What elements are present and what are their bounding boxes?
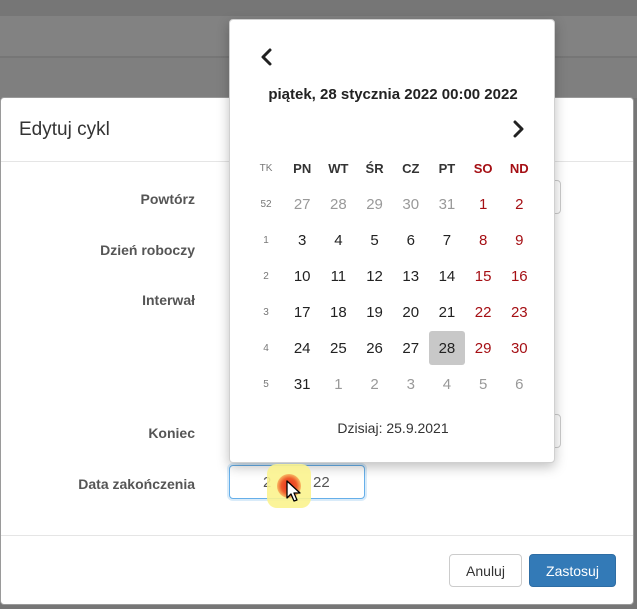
calendar-day[interactable]: 2: [501, 187, 537, 221]
apply-button[interactable]: Zastosuj: [529, 554, 616, 587]
calendar-grid: TK PN WT ŚR CZ PT SO ND 52 27 28 29 30 31 1 2 1 3 4 5 6 7 8 9 2…: [248, 150, 538, 402]
calendar-day[interactable]: 29: [465, 331, 501, 365]
cancel-button[interactable]: Anuluj: [449, 554, 522, 587]
chevron-left-icon[interactable]: [258, 46, 276, 68]
calendar-day[interactable]: 31: [429, 187, 465, 221]
calendar-day[interactable]: 29: [357, 187, 393, 221]
end-date-value-right: 22: [313, 474, 330, 491]
calendar-day[interactable]: 23: [501, 295, 537, 329]
calendar-day[interactable]: 5: [465, 367, 501, 401]
calendar-week-row: 3 17 18 19 20 21 22 23: [248, 294, 538, 330]
week-number: 1: [263, 234, 269, 246]
calendar-day[interactable]: 31: [284, 367, 320, 401]
week-number: 3: [263, 306, 269, 318]
calendar-day[interactable]: 27: [284, 187, 320, 221]
calendar-day[interactable]: 3: [284, 223, 320, 257]
calendar-day[interactable]: 2: [357, 367, 393, 401]
calendar-day[interactable]: 26: [357, 331, 393, 365]
datepicker-popup: piątek, 28 stycznia 2022 00:00 2022 TK PN…: [229, 19, 555, 463]
today-link[interactable]: Dzisiaj: 25.9.2021: [230, 420, 556, 436]
mouse-pointer-icon: [286, 480, 302, 504]
calendar-day[interactable]: 3: [393, 367, 429, 401]
calendar-day[interactable]: 6: [501, 367, 537, 401]
end-date-label: Data zakończenia: [78, 476, 195, 492]
calendar-day[interactable]: 22: [465, 295, 501, 329]
calendar-day[interactable]: 19: [357, 295, 393, 329]
weekday-header-row: TK PN WT ŚR CZ PT SO ND: [248, 150, 538, 186]
calendar-day[interactable]: 15: [465, 259, 501, 293]
calendar-week-row: 1 3456789: [248, 222, 538, 258]
calendar-day[interactable]: 1: [465, 187, 501, 221]
calendar-day[interactable]: 8: [465, 223, 501, 257]
calendar-week-row: 2 10 11 12 13 14 15 16: [248, 258, 538, 294]
chevron-right-icon[interactable]: [509, 118, 527, 140]
calendar-day[interactable]: 18: [320, 295, 356, 329]
workday-label: Dzień roboczy: [100, 242, 195, 258]
week-number-header: TK: [259, 162, 273, 174]
calendar-week-row: 5 31 1 2 3 4 5 6: [248, 366, 538, 402]
datepicker-title: piątek, 28 stycznia 2022 00:00 2022: [268, 86, 518, 103]
calendar-day[interactable]: 17: [284, 295, 320, 329]
weekday-header: WT: [328, 160, 349, 176]
calendar-day[interactable]: 14: [429, 259, 465, 293]
calendar-day[interactable]: 16: [501, 259, 537, 293]
calendar-day[interactable]: 21: [429, 295, 465, 329]
interval-label: Interwał: [142, 292, 195, 308]
calendar-day[interactable]: 28: [320, 187, 356, 221]
calendar-day[interactable]: 25: [320, 331, 356, 365]
weekday-header: PN: [293, 160, 312, 176]
calendar-week-row: 4 24 25 26 27 28 29 30: [248, 330, 538, 366]
week-number: 2: [263, 270, 269, 282]
calendar-day[interactable]: 28: [428, 331, 465, 365]
modal-title: Edytuj cykl: [19, 118, 110, 140]
calendar-day[interactable]: 24: [284, 331, 320, 365]
week-number: 5: [263, 378, 269, 390]
calendar-day[interactable]: 4: [320, 223, 356, 257]
calendar-day[interactable]: 7: [429, 223, 465, 257]
calendar-day[interactable]: 9: [501, 223, 537, 257]
week-number: 52: [260, 198, 272, 210]
weekday-header: ND: [509, 160, 529, 176]
calendar-day[interactable]: 27: [393, 331, 429, 365]
calendar-day[interactable]: 6: [393, 223, 429, 257]
end-label: Koniec: [148, 425, 195, 441]
modal-footer: Anuluj Zastosuj: [1, 535, 633, 605]
calendar-day[interactable]: 4: [429, 367, 465, 401]
calendar-day[interactable]: 11: [320, 259, 356, 293]
calendar-day[interactable]: 10: [284, 259, 320, 293]
calendar-weeks: 52 27 28 29 30 31 1 2 1 3 4 5 6 7 8 9 2 10 11 12 13 14 15 16 3 17…: [248, 186, 538, 402]
calendar-day[interactable]: 30: [501, 331, 537, 365]
weekday-header: CZ: [402, 160, 420, 176]
calendar-day[interactable]: 12: [357, 259, 393, 293]
calendar-day[interactable]: 1: [320, 367, 356, 401]
weekday-header: SO: [473, 160, 493, 176]
weekday-header: PT: [438, 160, 456, 176]
weekday-header: ŚR: [365, 160, 384, 176]
calendar-day[interactable]: 30: [393, 187, 429, 221]
calendar-week-row: 52 27 28 29 30 31 1 2: [248, 186, 538, 222]
calendar-day[interactable]: 20: [393, 295, 429, 329]
calendar-day[interactable]: 5: [357, 223, 393, 257]
calendar-day[interactable]: 13: [393, 259, 429, 293]
week-number: 4: [263, 342, 269, 354]
repeat-label: Powtórz: [140, 191, 195, 207]
